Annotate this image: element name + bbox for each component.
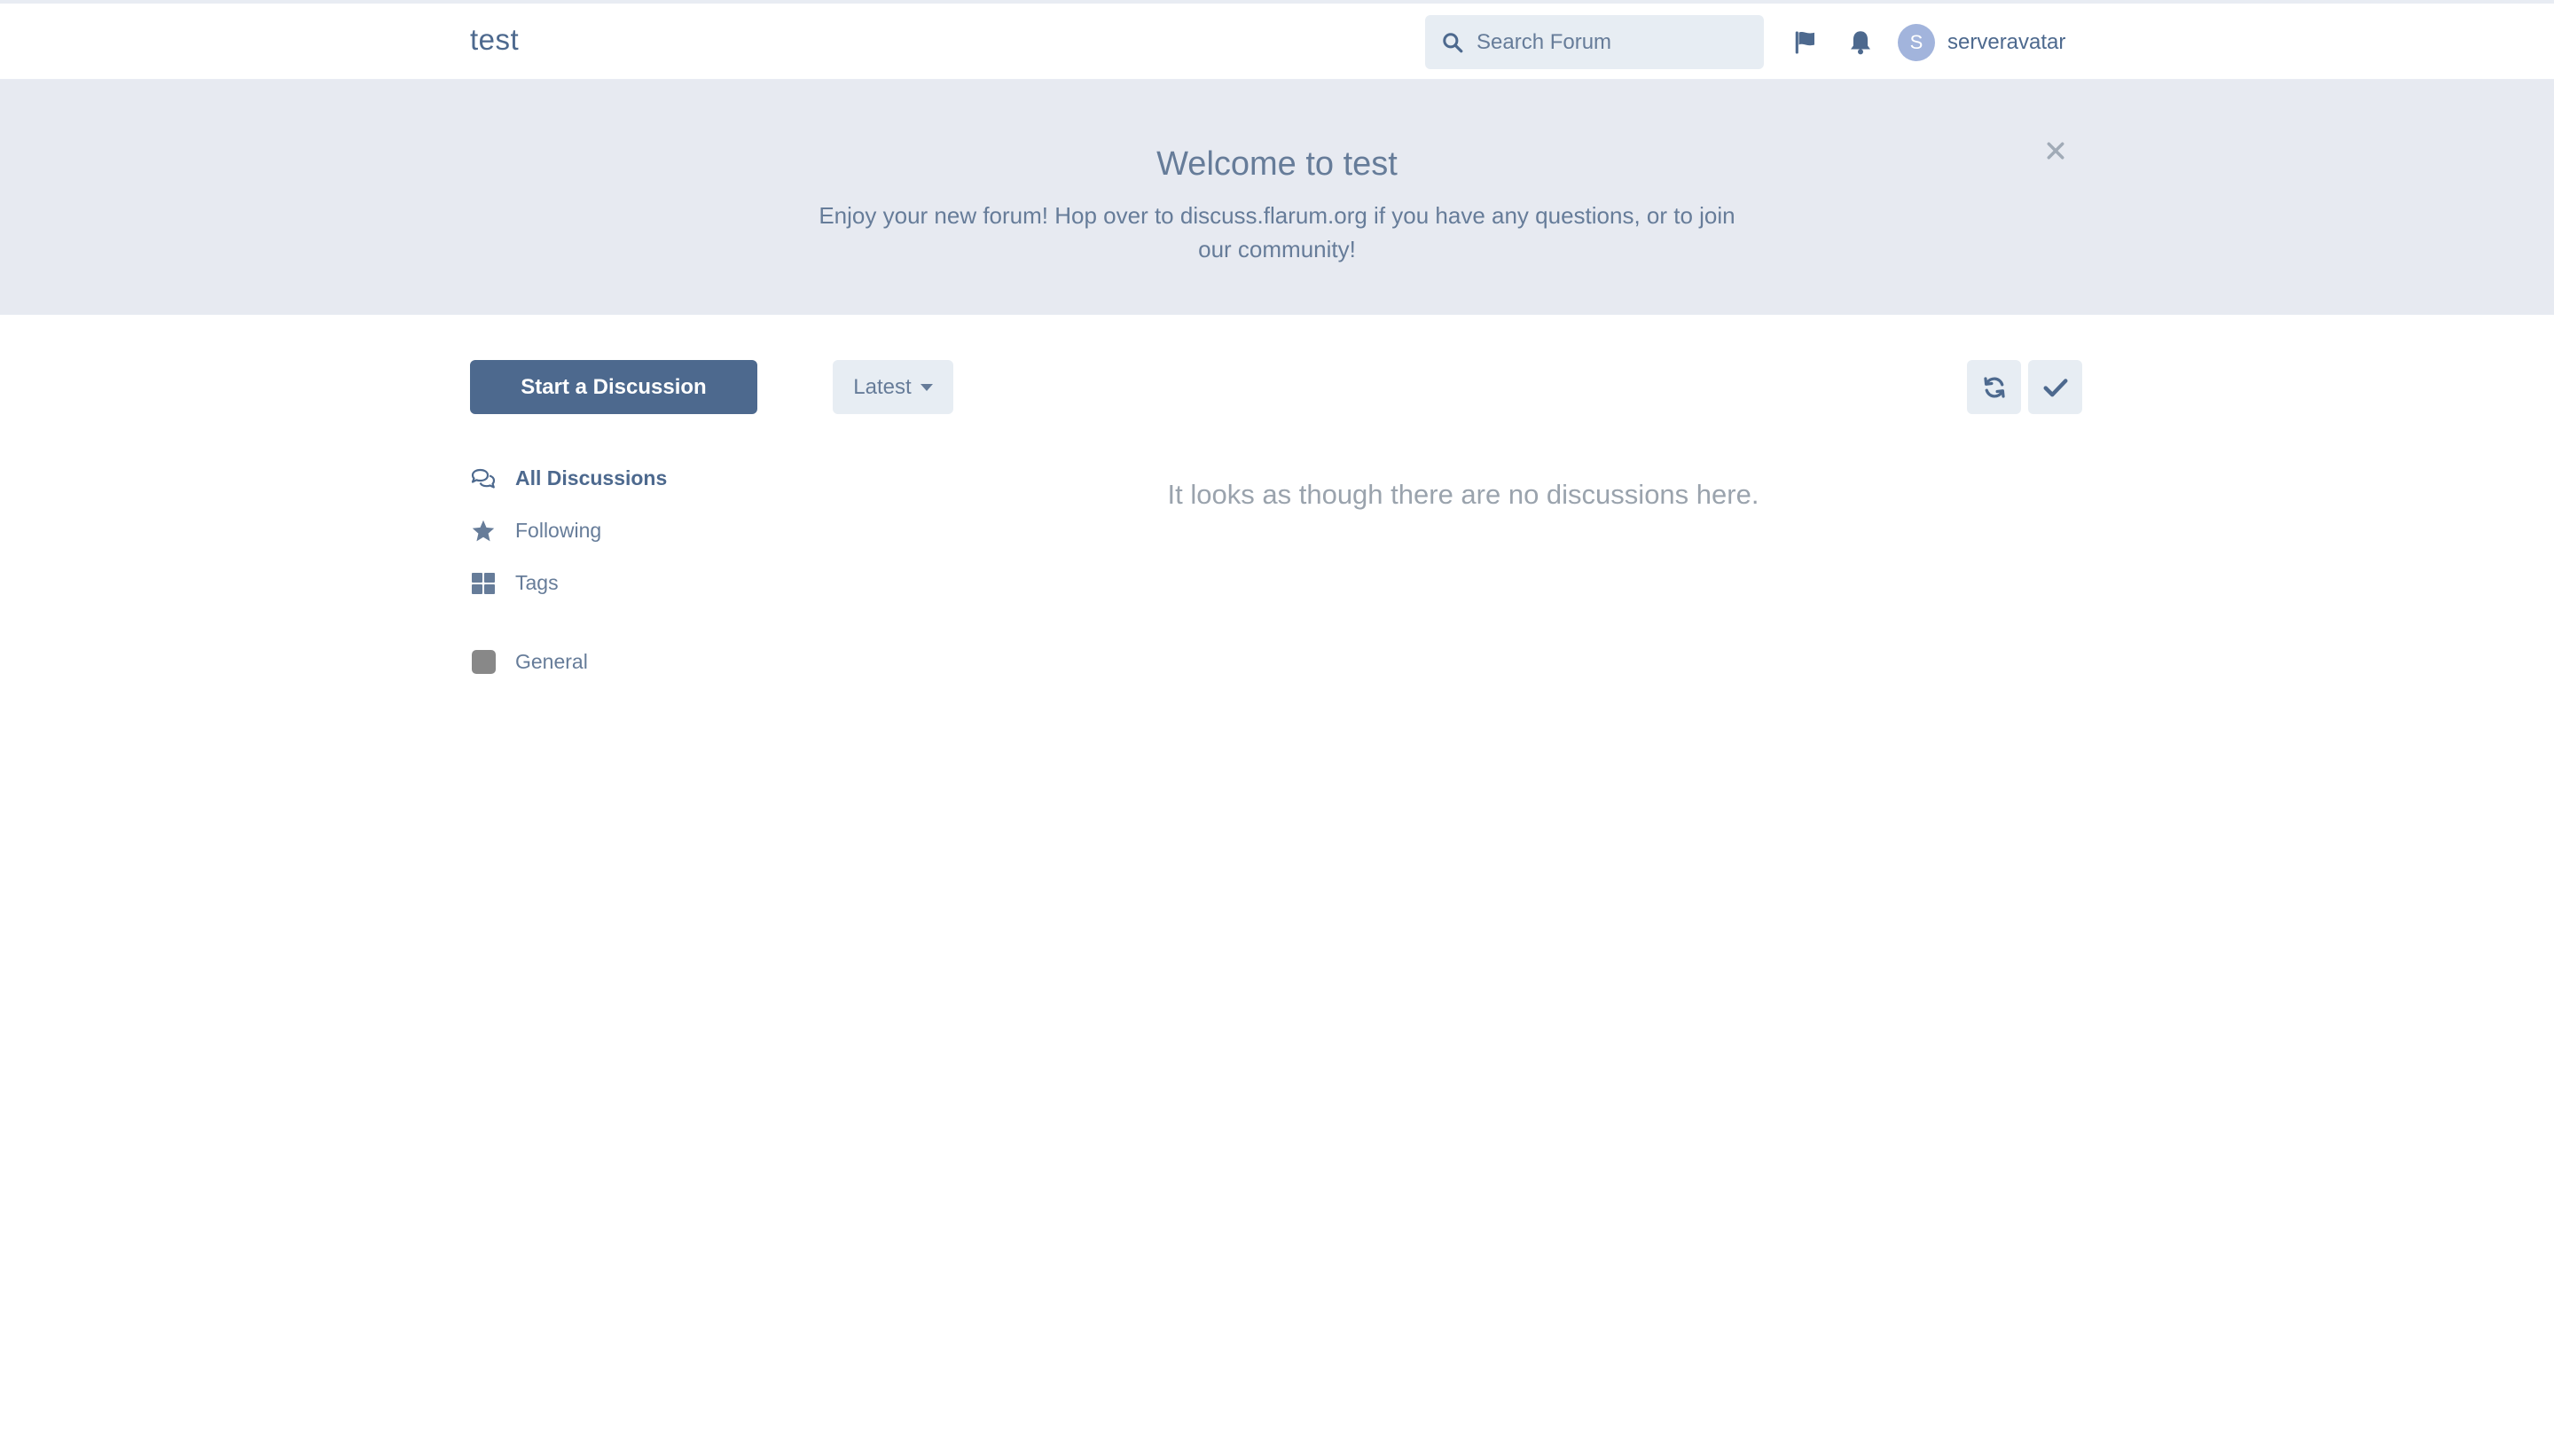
user-session-dropdown[interactable]: S serveravatar [1898, 24, 2065, 61]
empty-discussions-message: It looks as though there are no discussi… [1167, 479, 1759, 510]
sort-label: Latest [853, 374, 912, 399]
sidebar-item-label: Tags [515, 571, 559, 594]
sidebar-item-label: Following [515, 519, 602, 542]
nav-separator [470, 609, 667, 636]
tags-grid-icon [470, 570, 497, 597]
mark-all-read-button[interactable] [2028, 360, 2082, 414]
close-icon [2047, 142, 2064, 160]
tag-color-icon [470, 649, 497, 676]
sidebar-item-label: All Discussions [515, 466, 668, 489]
flag-icon [1795, 31, 1814, 54]
hero-title: Welcome to test [1156, 145, 1398, 183]
sidebar-item-tags[interactable]: Tags [470, 557, 667, 609]
sidebar-item-all-discussions[interactable]: All Discussions [470, 452, 667, 505]
refresh-button[interactable] [1967, 360, 2021, 414]
sidebar-item-tag-general[interactable]: General [470, 636, 667, 688]
sort-dropdown[interactable]: Latest [833, 360, 953, 414]
star-icon [470, 518, 497, 544]
search-box[interactable] [1425, 15, 1764, 69]
search-icon [1443, 32, 1463, 52]
username: serveravatar [1947, 30, 2066, 54]
check-icon [2043, 378, 2067, 396]
refresh-icon [1983, 376, 2005, 398]
sidebar-nav: All Discussions Following Tags General [470, 452, 667, 688]
flags-button[interactable] [1790, 27, 1821, 59]
hero-text: Enjoy your new forum! Hop over to discus… [819, 202, 1735, 262]
forum-title[interactable]: test [470, 23, 519, 57]
sidebar-item-following[interactable]: Following [470, 505, 667, 557]
avatar: S [1898, 24, 1935, 61]
search-input[interactable] [1477, 29, 1743, 55]
welcome-hero: Welcome to test Enjoy your new forum! Ho… [0, 80, 2554, 315]
caret-down-icon [920, 383, 933, 391]
hero-close-button[interactable] [2041, 137, 2070, 165]
bell-icon [1851, 31, 1870, 55]
start-discussion-button[interactable]: Start a Discussion [470, 360, 757, 414]
notifications-button[interactable] [1845, 27, 1876, 59]
sidebar-item-label: General [515, 650, 588, 673]
comments-icon [470, 466, 497, 492]
site-header: test S serveravatar [0, 4, 2554, 80]
